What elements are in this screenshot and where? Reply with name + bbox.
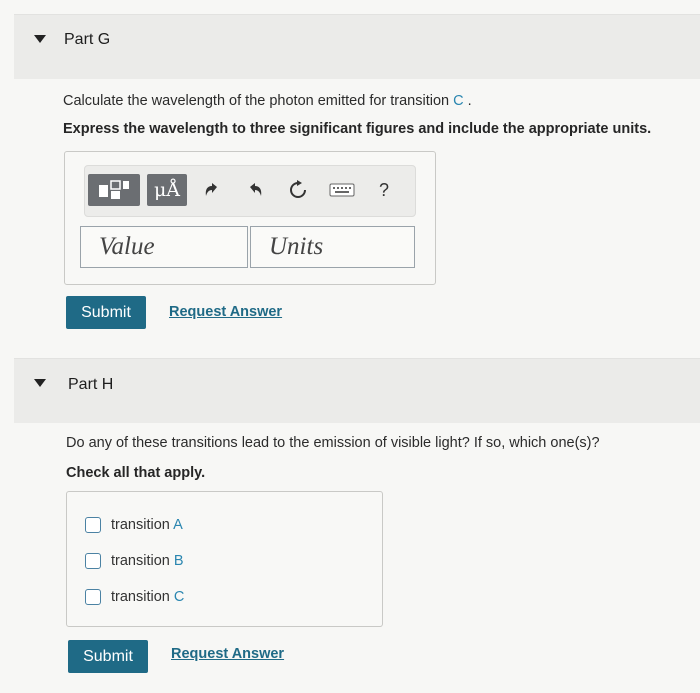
checkbox[interactable] xyxy=(85,589,101,605)
part-g-title: Part G xyxy=(64,31,111,48)
part-g-instruction: Express the wavelength to three signific… xyxy=(63,121,652,137)
keyboard-icon[interactable] xyxy=(325,174,359,206)
part-h-request-answer-link[interactable]: Request Answer xyxy=(171,646,284,662)
question-text: Calculate the wavelength of the photon e… xyxy=(63,93,454,109)
page: Part G Calculate the wavelength of the p… xyxy=(0,0,700,693)
part-g-question: Calculate the wavelength of the photon e… xyxy=(63,93,472,109)
answer-box: μÅ ? Value Units xyxy=(64,151,436,285)
part-h-header[interactable]: Part H xyxy=(14,358,700,423)
part-g-request-answer-link[interactable]: Request Answer xyxy=(169,304,282,320)
option-label: transition C xyxy=(111,589,185,605)
help-icon[interactable]: ? xyxy=(369,174,399,206)
option-transition-b[interactable]: transition B xyxy=(85,553,184,569)
reset-icon[interactable] xyxy=(283,174,313,206)
part-h-question: Do any of these transitions lead to the … xyxy=(66,435,600,451)
redo-icon[interactable] xyxy=(240,174,270,206)
option-label: transition B xyxy=(111,553,184,569)
value-field[interactable]: Value xyxy=(80,226,248,268)
templates-icon[interactable] xyxy=(88,174,140,206)
option-transition-c[interactable]: transition C xyxy=(85,589,184,605)
part-h-title: Part H xyxy=(68,376,114,393)
units-field[interactable]: Units xyxy=(250,226,415,268)
part-g-submit-button[interactable]: Submit xyxy=(66,296,146,329)
part-g-header[interactable]: Part G xyxy=(14,14,700,79)
math-toolbar: μÅ ? xyxy=(84,165,416,217)
units-icon[interactable]: μÅ xyxy=(147,174,187,206)
options-box: transition A transition B transition C xyxy=(66,491,383,627)
collapse-caret-icon[interactable] xyxy=(34,379,46,387)
undo-icon[interactable] xyxy=(197,174,227,206)
part-h-instruction: Check all that apply. xyxy=(66,465,206,481)
collapse-caret-icon[interactable] xyxy=(34,35,46,43)
checkbox[interactable] xyxy=(85,517,101,533)
option-label: transition A xyxy=(111,517,183,533)
part-h-submit-button[interactable]: Submit xyxy=(68,640,148,673)
option-transition-a[interactable]: transition A xyxy=(85,517,183,533)
question-end: . xyxy=(463,93,472,109)
transition-ref: C xyxy=(453,93,464,109)
checkbox[interactable] xyxy=(85,553,101,569)
